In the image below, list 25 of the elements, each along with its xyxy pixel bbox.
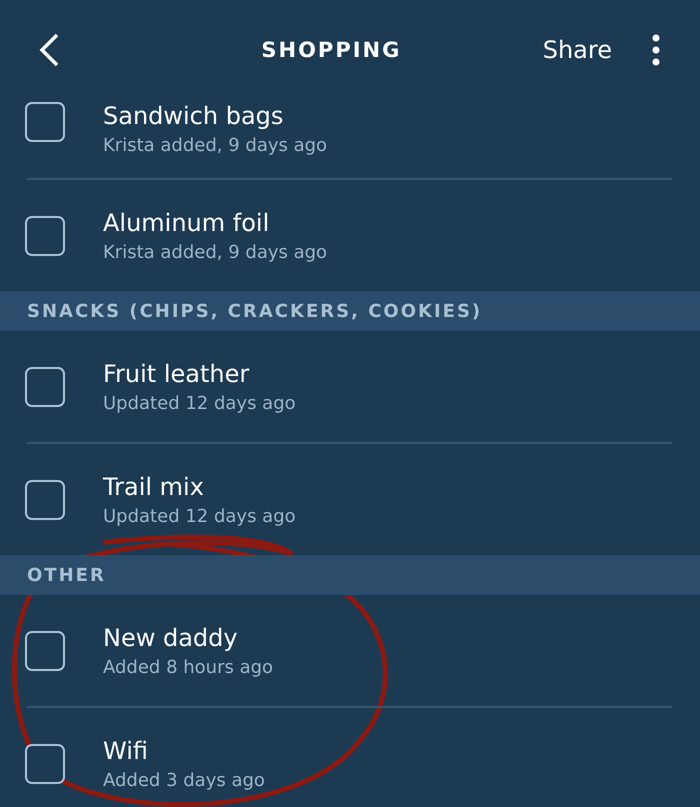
back-button[interactable] [38,33,60,67]
checkbox[interactable] [25,216,65,256]
share-button[interactable]: Share [542,36,612,64]
section-header: SNACKS (CHIPS, CRACKERS, COOKIES) [0,291,700,331]
item-meta: Added 8 hours ago [103,656,274,678]
checkbox[interactable] [25,744,65,784]
item-name: Sandwich bags [103,102,284,130]
checkbox[interactable] [25,366,65,406]
checkbox[interactable] [25,102,65,142]
checkbox[interactable] [25,630,65,670]
back-icon [38,33,60,67]
item-meta: Added 3 days ago [103,770,265,790]
item-name: New daddy [103,624,239,652]
list-title: SHOPPING [260,38,402,62]
item-meta: Krista added, 9 days ago [103,135,328,156]
checkbox[interactable] [25,480,65,520]
item-meta: Updated 12 days ago [103,506,296,526]
item-name: Fruit leather [103,360,250,388]
item-meta: Updated 12 days ago [103,392,296,414]
item-meta: Krista added, 9 days ago [103,242,328,262]
more-icon[interactable] [652,34,660,66]
item-name: Aluminum foil [103,208,270,236]
item-name: Trail mix [103,472,205,500]
section-header: OTHER [0,555,700,595]
item-name: Wifi [103,736,149,764]
